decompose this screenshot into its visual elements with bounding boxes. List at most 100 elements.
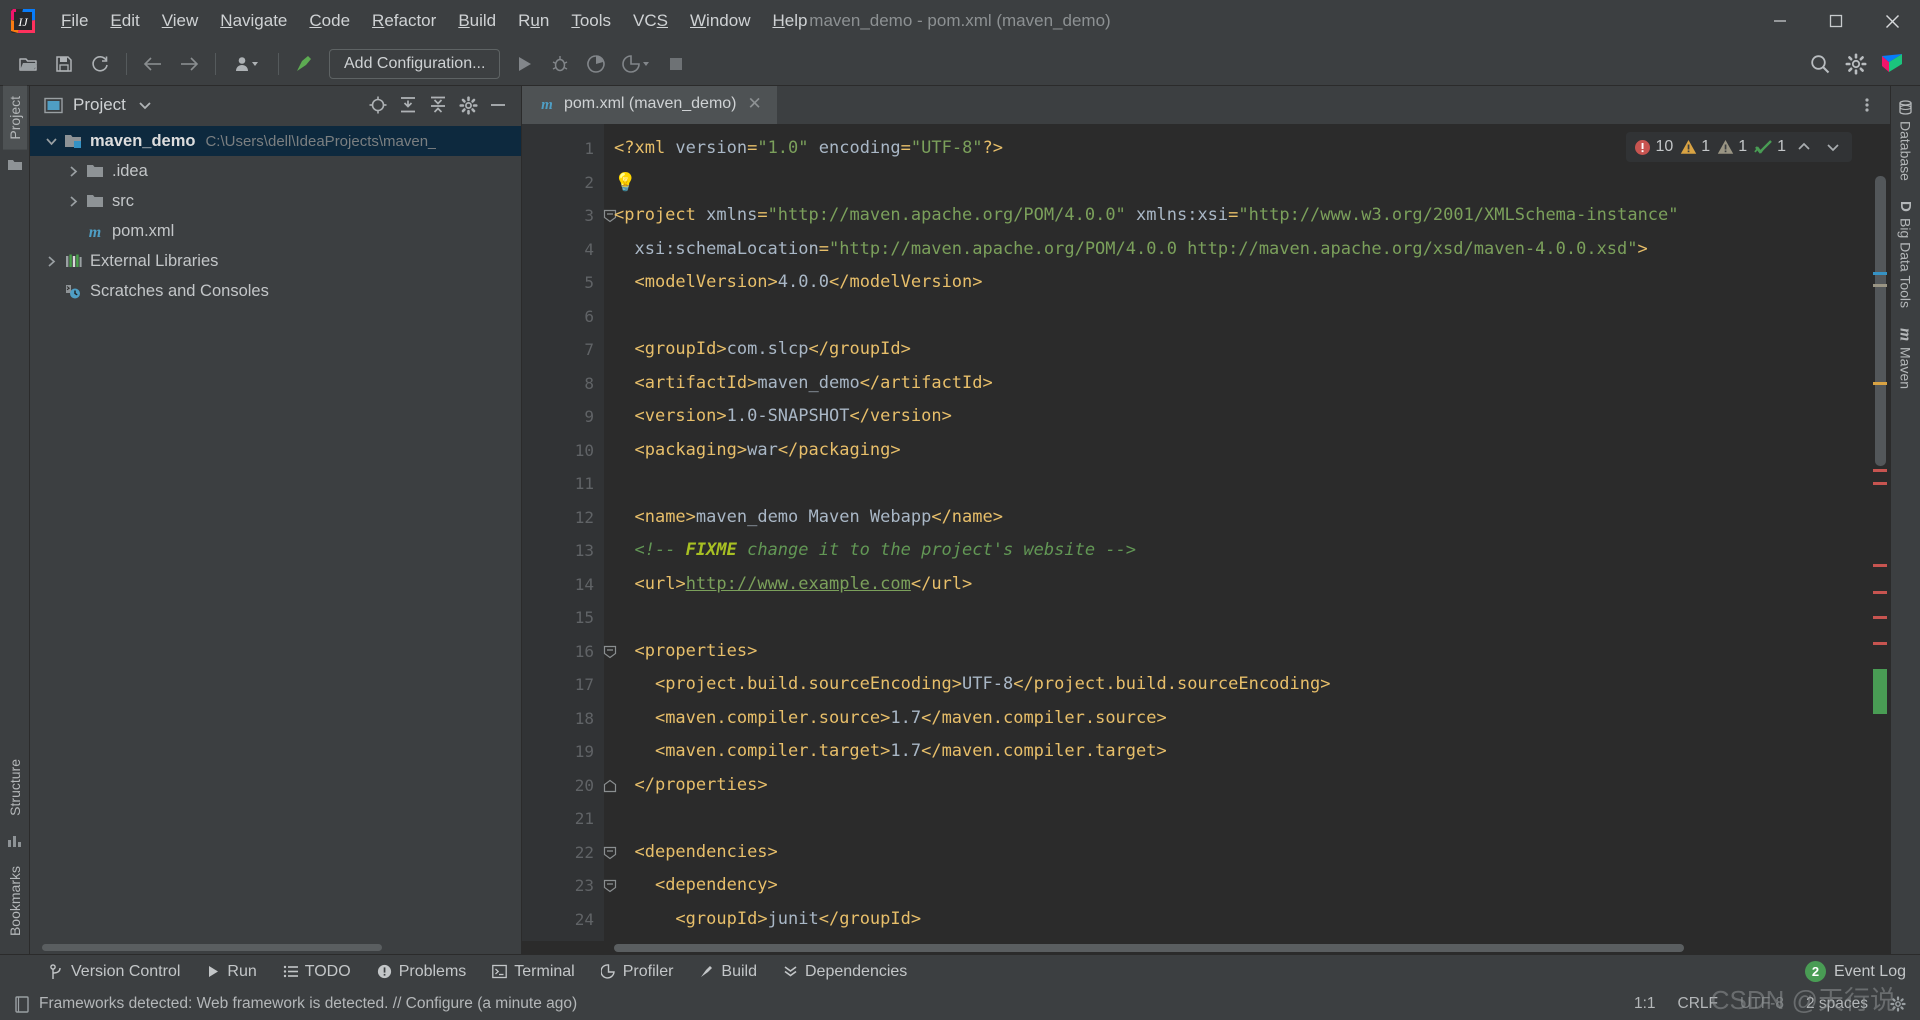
code-line[interactable]: <maven.compiler.target>1.7</maven.compil… xyxy=(614,735,1868,769)
expand-all-icon[interactable] xyxy=(393,91,423,119)
indent-setting[interactable]: 2 spaces xyxy=(1806,995,1868,1013)
tree-twisty-collapsed-icon[interactable] xyxy=(62,195,84,208)
project-options-gear-icon[interactable] xyxy=(453,91,483,119)
gutter-line[interactable]: 23 xyxy=(522,869,617,903)
back-button[interactable] xyxy=(136,49,170,79)
tree-row[interactable]: src xyxy=(30,186,521,216)
notification-icon[interactable] xyxy=(14,995,30,1013)
sync-button[interactable] xyxy=(83,49,117,79)
rail-tab-structure[interactable]: Structure xyxy=(3,749,27,826)
marker-red-1[interactable] xyxy=(1873,469,1887,472)
gutter-line[interactable]: 4 xyxy=(522,233,604,267)
gutter-line[interactable]: 2 xyxy=(522,166,604,200)
gutter-line[interactable]: 16 xyxy=(522,635,617,669)
code-line[interactable]: <modelVersion>4.0.0</modelVersion> xyxy=(614,266,1868,300)
gutter-line[interactable]: 18 xyxy=(522,702,604,736)
rail-tab-project[interactable]: Project xyxy=(2,86,27,150)
forward-button[interactable] xyxy=(172,49,206,79)
gutter-line[interactable]: 13 xyxy=(522,534,604,568)
toolwindow-terminal[interactable]: Terminal xyxy=(481,960,585,984)
toolwindow-todo[interactable]: TODO xyxy=(272,960,362,984)
editor-marker-bar[interactable] xyxy=(1868,124,1890,941)
tree-twisty-collapsed-icon[interactable] xyxy=(62,165,84,178)
run-button[interactable] xyxy=(507,49,541,79)
gutter-line[interactable]: 8 xyxy=(522,367,604,401)
code-line[interactable]: <project xmlns="http://maven.apache.org/… xyxy=(614,199,1868,233)
gutter-line[interactable]: 17 xyxy=(522,668,604,702)
gutter-line[interactable]: 22 xyxy=(522,836,617,870)
menu-run[interactable]: Run xyxy=(507,7,560,35)
profiler-run-button[interactable] xyxy=(615,49,657,79)
tree-row[interactable]: maven_demo C:\Users\dell\IdeaProjects\mav… xyxy=(30,126,521,156)
rail-tab-bookmarks[interactable]: Bookmarks xyxy=(3,856,27,946)
code-line[interactable]: <dependency> xyxy=(614,869,1868,903)
intention-bulb-icon[interactable]: 💡 xyxy=(614,172,636,193)
code-line[interactable] xyxy=(614,467,1868,501)
project-horizontal-scrollbar[interactable] xyxy=(30,940,521,954)
editor-gutter[interactable]: 1 2 3 4 5 6 7 8 9 10 11 12 13 14 15 16 17 18 19 20 21 22 23 24 xyxy=(522,124,617,941)
menu-navigate[interactable]: Navigate xyxy=(209,7,298,35)
project-tree[interactable]: maven_demo C:\Users\dell\IdeaProjects\mav… xyxy=(30,124,521,940)
collapse-all-icon[interactable] xyxy=(423,91,453,119)
menu-edit[interactable]: Edit xyxy=(99,7,150,35)
gutter-line[interactable]: 1 xyxy=(522,132,604,166)
marker-red-5[interactable] xyxy=(1873,616,1887,619)
next-error-icon[interactable] xyxy=(1822,141,1844,153)
project-folder-icon[interactable] xyxy=(7,158,23,172)
caret-position[interactable]: 1:1 xyxy=(1634,995,1656,1013)
gutter-line[interactable]: 24 xyxy=(522,903,604,937)
toolwindow-run[interactable]: Run xyxy=(195,960,267,984)
save-all-button[interactable] xyxy=(47,49,81,79)
code-line[interactable]: <!-- FIXME change it to the project's we… xyxy=(614,534,1868,568)
tree-twisty-expanded-icon[interactable] xyxy=(40,136,62,146)
code-line[interactable]: <dependencies> xyxy=(614,836,1868,870)
tree-row[interactable]: Scratches and Consoles xyxy=(30,276,521,306)
rail-tab-bigdata[interactable]: D Big Data Tools xyxy=(1893,195,1918,322)
gutter-line[interactable]: 20 xyxy=(522,769,617,803)
editor-hscroll-thumb[interactable] xyxy=(614,943,1684,952)
rail-tab-maven[interactable]: m Maven xyxy=(1892,322,1920,403)
gutter-line[interactable]: 11 xyxy=(522,467,604,501)
rail-tab-database[interactable]: Database xyxy=(1894,94,1918,195)
code-line[interactable]: xsi:schemaLocation="http://maven.apache.… xyxy=(614,233,1868,267)
build-project-button[interactable] xyxy=(288,49,322,79)
code-line[interactable] xyxy=(614,300,1868,334)
gutter-line[interactable]: 12 xyxy=(522,501,604,535)
chevron-down-icon[interactable] xyxy=(138,100,152,110)
checks-count-group[interactable]: 1 xyxy=(1754,138,1786,156)
code-line[interactable]: <properties> xyxy=(614,635,1868,669)
gutter-line[interactable]: 19 xyxy=(522,735,604,769)
tree-twisty-collapsed-icon[interactable] xyxy=(40,255,62,268)
settings-gear-icon[interactable] xyxy=(1839,49,1873,79)
editor-horizontal-scrollbar[interactable] xyxy=(522,941,1890,954)
menu-file[interactable]: File xyxy=(50,7,99,35)
minimize-button[interactable] xyxy=(1752,0,1808,42)
code-line[interactable]: <maven.compiler.source>1.7</maven.compil… xyxy=(614,702,1868,736)
hide-panel-icon[interactable] xyxy=(483,91,513,119)
tree-row[interactable]: External Libraries xyxy=(30,246,521,276)
toolwindow-dependencies[interactable]: Dependencies xyxy=(772,960,918,984)
account-icon[interactable] xyxy=(1875,49,1909,79)
maximize-button[interactable] xyxy=(1808,0,1864,42)
marker-green[interactable] xyxy=(1873,669,1887,714)
gutter-line[interactable]: 3 xyxy=(522,199,617,233)
add-configuration-button[interactable]: Add Configuration... xyxy=(329,48,501,79)
menu-build[interactable]: Build xyxy=(447,7,507,35)
debug-button[interactable] xyxy=(543,49,577,79)
scrollbar-thumb[interactable] xyxy=(42,943,382,951)
toolwindow-version-control[interactable]: Version Control xyxy=(38,960,191,984)
editor-scrollbar-thumb[interactable] xyxy=(1875,176,1886,466)
gutter-line[interactable]: 5 xyxy=(522,266,604,300)
code-line[interactable]: <groupId>junit</groupId> xyxy=(614,903,1868,937)
status-gear-icon[interactable] xyxy=(1890,996,1906,1012)
menu-window[interactable]: Window xyxy=(679,7,761,35)
marker-blue[interactable] xyxy=(1873,272,1887,275)
code-line[interactable]: </properties> xyxy=(614,769,1868,803)
tree-row[interactable]: m pom.xml xyxy=(30,216,521,246)
menu-help[interactable]: Help xyxy=(761,7,818,35)
warning-count-group[interactable]: 1 xyxy=(1680,138,1710,156)
menu-vcs[interactable]: VCS xyxy=(622,7,679,35)
close-icon[interactable]: ✕ xyxy=(745,94,765,114)
event-log-group[interactable]: 2 Event Log xyxy=(1804,961,1920,982)
gutter-line[interactable]: 7 xyxy=(522,333,604,367)
